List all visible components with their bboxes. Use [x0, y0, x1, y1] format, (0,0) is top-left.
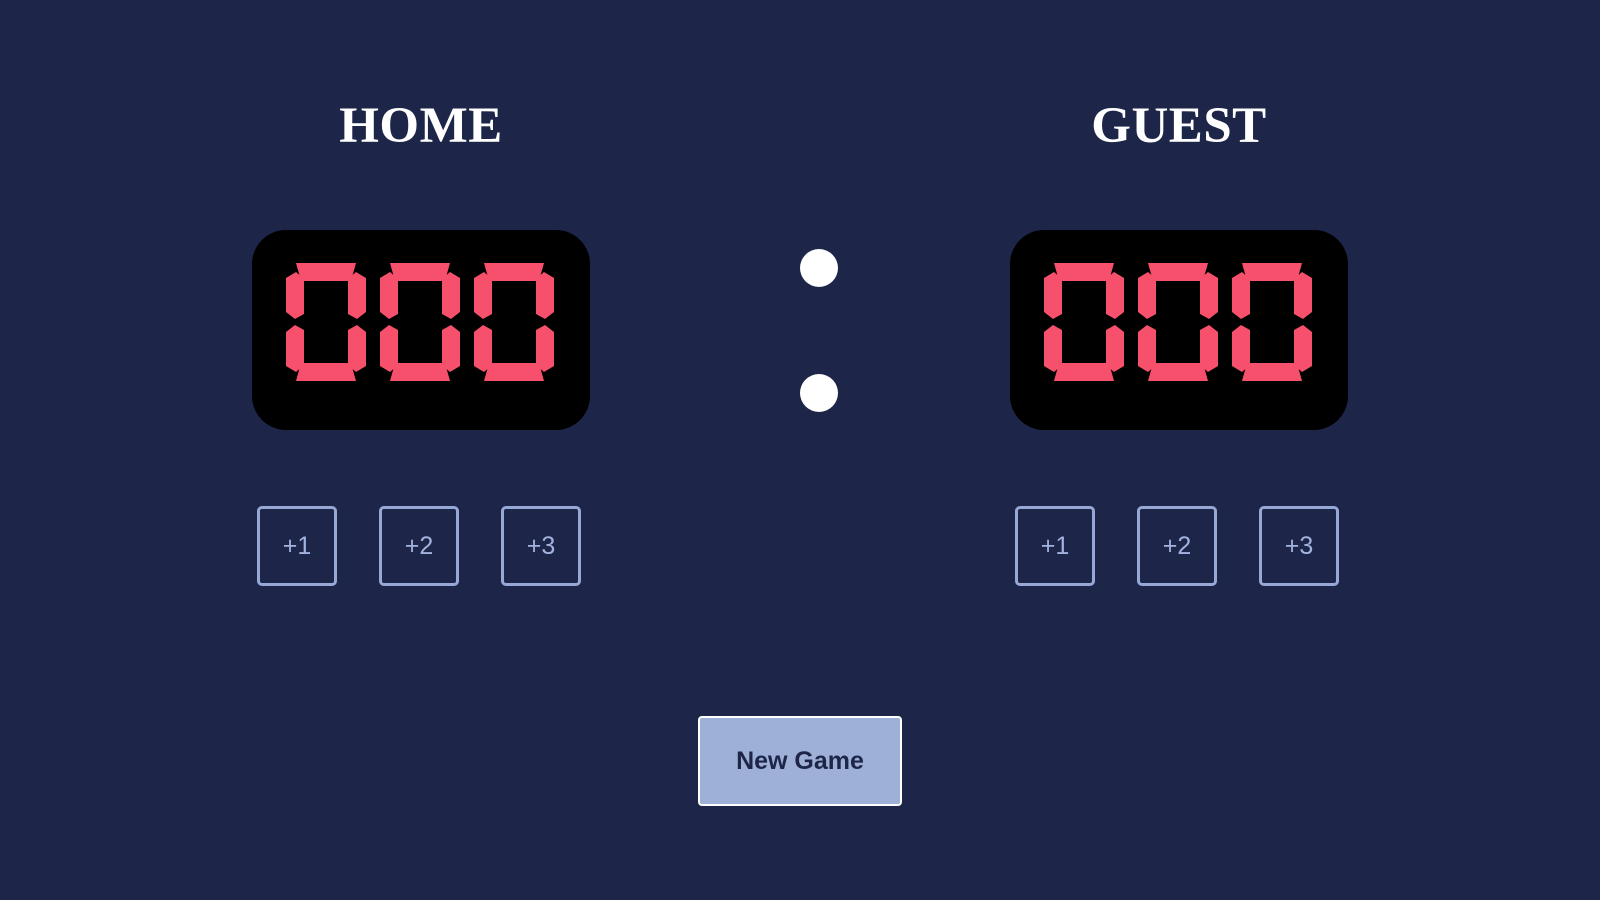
home-score-digits — [286, 263, 554, 381]
digit-segment — [380, 272, 398, 319]
digit-segment — [1232, 325, 1250, 372]
guest-add-2-button[interactable]: +2 — [1137, 506, 1217, 586]
digit-segment — [390, 263, 450, 281]
digit-segment — [1200, 272, 1218, 319]
digit-segment — [296, 363, 356, 381]
new-game-button[interactable]: New Game — [698, 716, 902, 806]
digit-segment — [1242, 363, 1302, 381]
guest-add-1-button[interactable]: +1 — [1015, 506, 1095, 586]
digit-segment — [536, 272, 554, 319]
guest-score-digit — [1232, 263, 1312, 381]
digit-segment — [390, 363, 450, 381]
digit-segment — [1044, 272, 1062, 319]
home-add-2-button[interactable]: +2 — [379, 506, 459, 586]
digit-segment — [474, 325, 492, 372]
colon-dot-top — [800, 249, 838, 287]
digit-segment — [286, 325, 304, 372]
guest-score-digits — [1044, 263, 1312, 381]
digit-segment — [380, 325, 398, 372]
home-score-digit — [474, 263, 554, 381]
digit-segment — [442, 272, 460, 319]
digit-segment — [484, 363, 544, 381]
digit-segment — [286, 272, 304, 319]
digit-segment — [348, 272, 366, 319]
digit-segment — [1054, 263, 1114, 281]
home-add-3-button[interactable]: +3 — [501, 506, 581, 586]
guest-score-digit — [1044, 263, 1124, 381]
digit-segment — [296, 263, 356, 281]
digit-segment — [1106, 272, 1124, 319]
digit-segment — [1138, 325, 1156, 372]
guest-team-title: GUEST — [1091, 98, 1267, 154]
home-score-display — [252, 230, 590, 430]
digit-segment — [1054, 363, 1114, 381]
guest-add-3-button[interactable]: +3 — [1259, 506, 1339, 586]
digit-segment — [1138, 272, 1156, 319]
digit-segment — [1242, 263, 1302, 281]
guest-score-display — [1010, 230, 1348, 430]
digit-segment — [1232, 272, 1250, 319]
digit-segment — [484, 263, 544, 281]
home-add-1-button[interactable]: +1 — [257, 506, 337, 586]
digit-segment — [1148, 263, 1208, 281]
home-team-title: HOME — [339, 98, 503, 154]
digit-segment — [1148, 363, 1208, 381]
digit-segment — [474, 272, 492, 319]
guest-score-digit — [1138, 263, 1218, 381]
home-score-digit — [380, 263, 460, 381]
digit-segment — [1294, 272, 1312, 319]
colon-dot-bottom — [800, 374, 838, 412]
home-score-digit — [286, 263, 366, 381]
digit-segment — [1044, 325, 1062, 372]
